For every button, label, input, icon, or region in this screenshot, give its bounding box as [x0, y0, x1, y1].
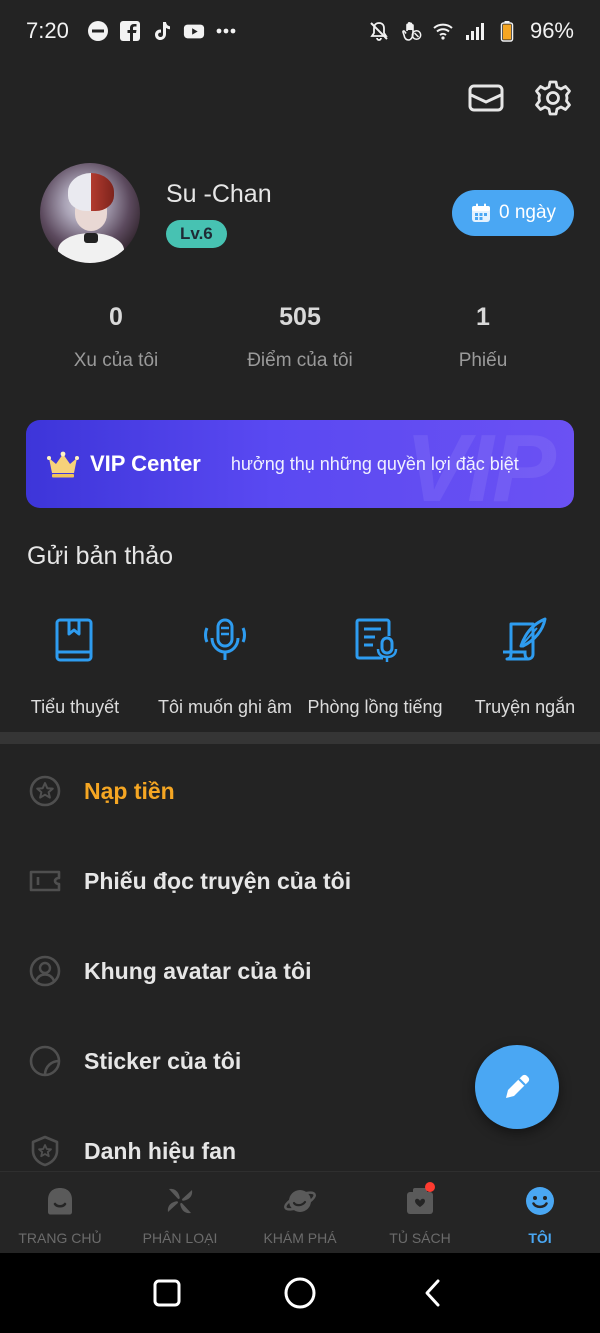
avatar-hair — [68, 173, 114, 211]
nav-explore[interactable]: KHÁM PHÁ — [240, 1172, 360, 1253]
quill-paper-icon — [503, 617, 547, 661]
menu-label: Danh hiệu fan — [84, 1137, 237, 1164]
stat-coins[interactable]: 0 Xu của tôi — [26, 303, 206, 372]
microphone-icon — [204, 618, 246, 660]
tiktok-icon — [151, 20, 173, 42]
facebook-icon — [119, 20, 141, 42]
home-icon — [43, 1184, 77, 1218]
nav-bookshelf[interactable]: TỦ SÁCH — [360, 1172, 480, 1253]
stat-value: 505 — [279, 303, 321, 331]
recents-icon — [153, 1279, 181, 1307]
menu-item-recharge[interactable]: Nạp tiền — [0, 746, 600, 836]
nav-label: TÔI — [528, 1230, 552, 1246]
username: Su -Chan — [166, 180, 272, 208]
back-chevron-icon — [425, 1279, 440, 1307]
mail-icon — [468, 84, 504, 112]
avatar-bow — [84, 233, 98, 243]
home-circle-icon — [284, 1277, 316, 1309]
stat-points[interactable]: 505 Điểm của tôi — [210, 303, 390, 372]
checkin-label: 0 ngày — [498, 202, 557, 223]
level-badge: Lv.6 — [166, 220, 227, 248]
status-time: 7:20 — [26, 18, 69, 43]
bottom-navigation: TRANG CHỦ PHÂN LOẠI KHÁM PHÁ TỦ SÁCH TÔI — [0, 1171, 600, 1253]
shield-star-icon — [31, 1135, 59, 1167]
status-bar: 7:20 96% — [0, 0, 600, 62]
menu-label: Phiếu đọc truyện của tôi — [84, 867, 352, 894]
smiley-icon — [523, 1184, 557, 1218]
checkin-button[interactable]: 0 ngày — [452, 190, 574, 236]
more-dots-icon — [215, 20, 237, 42]
ticket-icon — [29, 870, 61, 892]
status-left-icons — [87, 20, 237, 42]
star-circle-icon — [29, 775, 61, 807]
pencil-icon — [506, 1074, 530, 1098]
vip-center-banner[interactable]: VIP VIP Center hưởng thụ những quyền lợi… — [26, 420, 574, 508]
vip-watermark: VIP — [405, 420, 556, 508]
dubbing-document-icon — [355, 618, 398, 662]
feature-label: Tôi muốn ghi âm — [157, 697, 293, 717]
menu-label: Khung avatar của tôi — [84, 957, 312, 984]
nav-label: TRANG CHỦ — [18, 1230, 102, 1246]
planet-icon — [283, 1184, 317, 1218]
menu-label: Nạp tiền — [84, 777, 175, 804]
bookshelf-icon — [403, 1182, 437, 1218]
battery-icon — [496, 20, 518, 42]
section-divider — [0, 732, 600, 744]
vip-title: VIP Center — [90, 451, 201, 476]
stat-label: Xu của tôi — [73, 350, 159, 371]
mail-button[interactable] — [466, 78, 506, 118]
bell-off-icon — [368, 20, 390, 42]
minus-circle-icon — [87, 20, 109, 42]
menu-item-avatar-frame[interactable]: Khung avatar của tôi — [0, 926, 600, 1016]
recents-button[interactable] — [147, 1273, 187, 1313]
signal-icon — [464, 20, 486, 42]
feature-label: Truyện ngắn — [474, 697, 576, 717]
home-system-button[interactable] — [280, 1273, 320, 1313]
feature-record[interactable]: Tôi muốn ghi âm — [150, 614, 300, 718]
feature-novel[interactable]: Tiểu thuyết — [0, 614, 150, 718]
stat-value: 0 — [109, 303, 123, 331]
nav-home[interactable]: TRANG CHỦ — [0, 1172, 120, 1253]
nav-label: KHÁM PHÁ — [263, 1230, 337, 1246]
pinwheel-icon — [163, 1184, 197, 1218]
settings-button[interactable] — [533, 78, 573, 118]
notification-dot — [425, 1182, 435, 1192]
stat-label: Phiếu — [458, 350, 508, 371]
gear-icon — [535, 80, 571, 116]
stat-tickets[interactable]: 1 Phiếu — [393, 303, 573, 372]
wifi-icon — [432, 20, 454, 42]
youtube-icon — [183, 20, 205, 42]
menu-item-reading-tickets[interactable]: Phiếu đọc truyện của tôi — [0, 836, 600, 926]
nav-me[interactable]: TÔI — [480, 1172, 600, 1253]
write-fab-button[interactable] — [475, 1045, 559, 1129]
system-navigation-bar — [0, 1253, 600, 1333]
nav-label: PHÂN LOẠI — [142, 1230, 218, 1246]
section-title-submit: Gửi bản thảo — [27, 542, 173, 570]
menu-label: Sticker của tôi — [84, 1047, 242, 1074]
stat-value: 1 — [476, 303, 490, 331]
book-icon — [55, 618, 93, 662]
avatar-frame-icon — [29, 955, 61, 987]
sticker-icon — [29, 1045, 61, 1077]
feature-dubbing-room[interactable]: Phòng lồng tiếng — [300, 614, 450, 718]
status-right-icons: 96% — [368, 18, 574, 44]
hand-icon — [400, 20, 422, 42]
crown-icon — [47, 451, 79, 478]
nav-label: TỦ SÁCH — [389, 1230, 451, 1246]
stat-label: Điểm của tôi — [247, 350, 353, 371]
feature-short-story[interactable]: Truyện ngắn — [450, 614, 600, 718]
feature-label: Tiểu thuyết — [30, 697, 120, 717]
nav-categories[interactable]: PHÂN LOẠI — [120, 1172, 240, 1253]
avatar[interactable] — [40, 163, 140, 263]
calendar-icon — [471, 203, 490, 222]
back-button[interactable] — [413, 1273, 453, 1313]
feature-label: Phòng lồng tiếng — [307, 697, 443, 717]
battery-percent: 96% — [529, 18, 574, 43]
